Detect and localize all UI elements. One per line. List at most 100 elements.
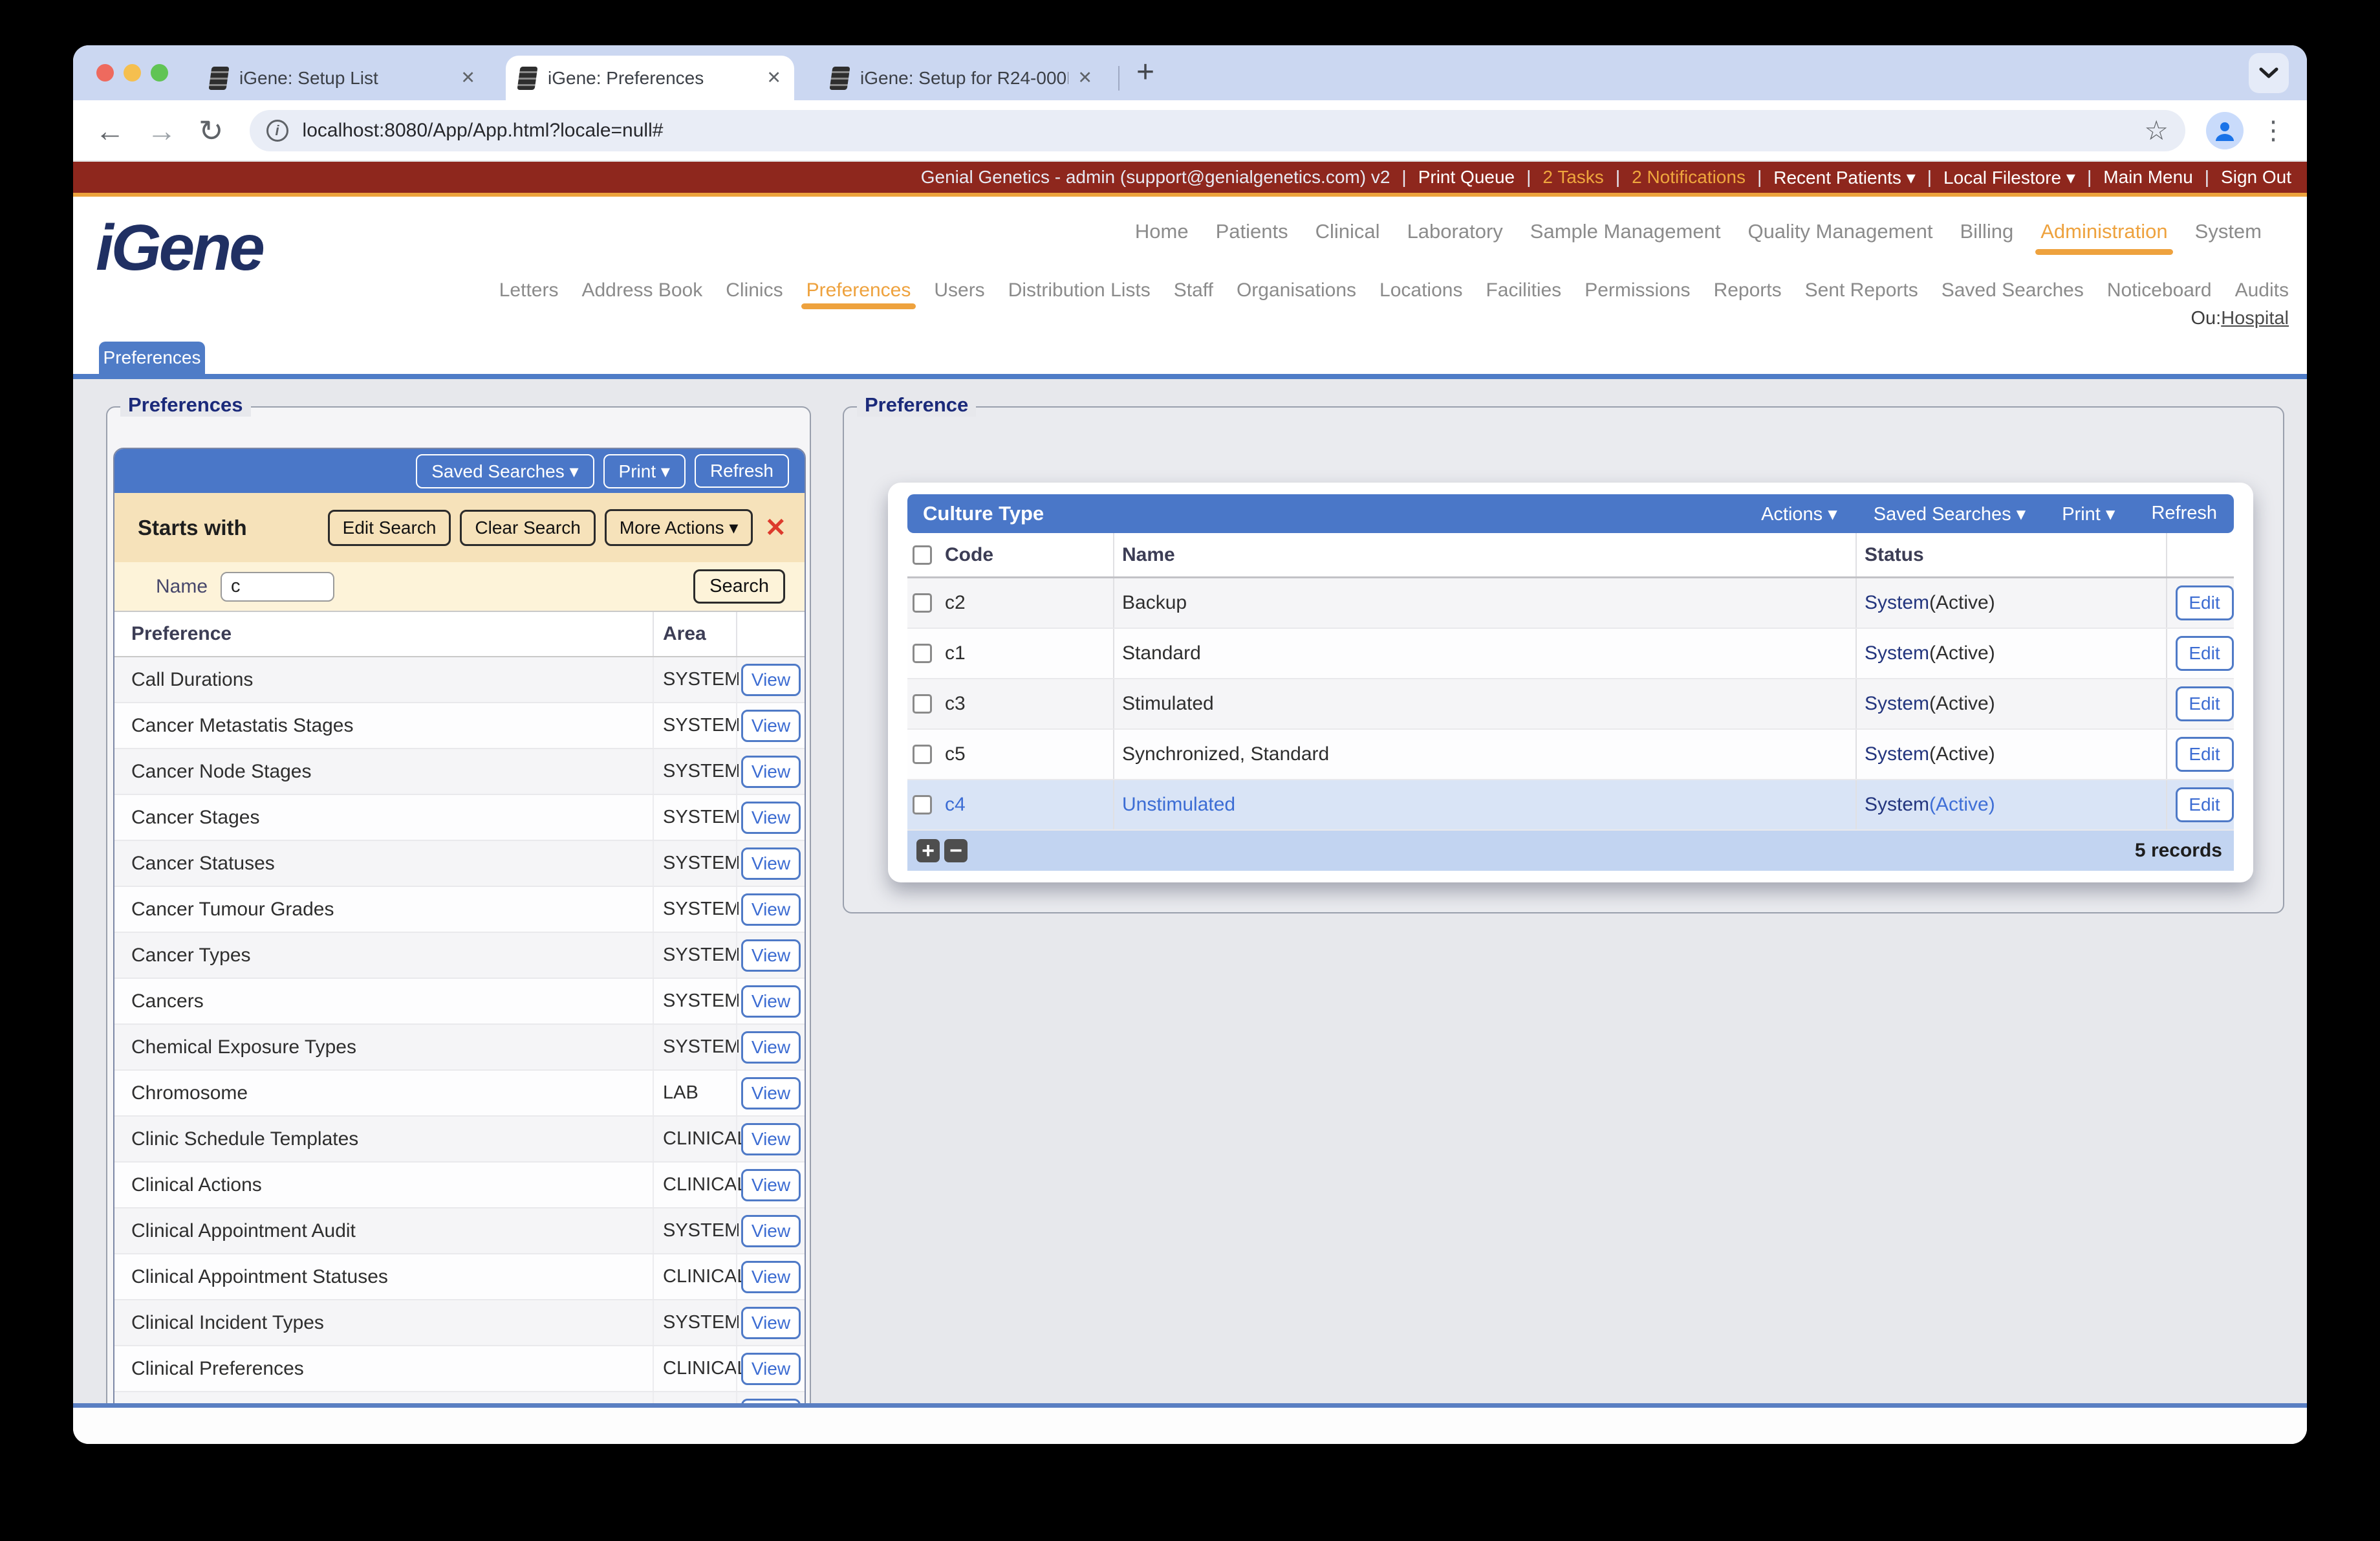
more-actions-button[interactable]: More Actions ▾	[604, 509, 753, 546]
sub-nav-letters[interactable]: Letters	[499, 279, 559, 301]
tab-close-icon[interactable]: ✕	[1068, 68, 1092, 88]
site-info-icon[interactable]: i	[266, 119, 288, 142]
main-nav-billing[interactable]: Billing	[1960, 220, 2014, 243]
sub-nav-permissions[interactable]: Permissions	[1585, 279, 1690, 301]
bookmark-star-icon[interactable]: ☆	[2144, 115, 2169, 146]
topbar-item[interactable]: Sign Out	[2221, 167, 2291, 188]
row-checkbox[interactable]	[913, 694, 932, 714]
main-nav-system[interactable]: System	[2195, 220, 2262, 243]
window-close-button[interactable]	[96, 64, 114, 82]
view-button[interactable]: View	[741, 1352, 801, 1385]
main-nav-laboratory[interactable]: Laboratory	[1407, 220, 1503, 243]
edit-button[interactable]: Edit	[2175, 787, 2234, 822]
topbar-item[interactable]: Recent Patients ▾	[1773, 167, 1916, 188]
view-button[interactable]: View	[741, 1031, 801, 1064]
view-button[interactable]: View	[741, 1122, 801, 1155]
sub-nav-clinics[interactable]: Clinics	[726, 279, 783, 301]
edit-button[interactable]: Edit	[2175, 585, 2234, 620]
name-input[interactable]	[221, 571, 335, 602]
edit-search-button[interactable]: Edit Search	[327, 509, 451, 546]
tab-close-icon[interactable]: ✕	[757, 68, 781, 88]
sub-nav-saved-searches[interactable]: Saved Searches	[1942, 279, 2084, 301]
sub-nav-distribution-lists[interactable]: Distribution Lists	[1008, 279, 1151, 301]
saved-searches-button[interactable]: Saved Searches ▾	[416, 454, 594, 488]
print-menu[interactable]: Print ▾	[2062, 503, 2115, 525]
saved-searches-menu[interactable]: Saved Searches ▾	[1874, 503, 2026, 525]
status-system-link[interactable]: System	[1865, 743, 1929, 765]
sub-nav-address-book[interactable]: Address Book	[581, 279, 702, 301]
culture-type-row[interactable]: c1 Standard System (Active) Edit	[907, 629, 2234, 679]
browser-menu-icon[interactable]: ⋮	[2260, 116, 2286, 146]
sub-nav-staff[interactable]: Staff	[1174, 279, 1213, 301]
main-nav-administration[interactable]: Administration	[2035, 220, 2174, 255]
tab-search-chevron-button[interactable]	[2249, 53, 2289, 93]
sub-nav-users[interactable]: Users	[934, 279, 984, 301]
view-button[interactable]: View	[741, 893, 801, 926]
browser-tab-setup-r24[interactable]: iGene: Setup for R24-000F ✕	[818, 56, 1105, 100]
culture-type-row[interactable]: c3 Stimulated System (Active) Edit	[907, 679, 2234, 730]
back-icon[interactable]: ←	[95, 116, 125, 146]
main-nav-home[interactable]: Home	[1135, 220, 1189, 243]
remove-record-button[interactable]: −	[944, 839, 968, 862]
sub-nav-preferences[interactable]: Preferences	[801, 279, 916, 309]
row-checkbox[interactable]	[913, 644, 932, 663]
close-search-icon[interactable]: ✕	[764, 513, 786, 543]
url-bar[interactable]: i localhost:8080/App/App.html?locale=nul…	[249, 109, 2185, 151]
clear-search-button[interactable]: Clear Search	[460, 509, 596, 546]
page-tab-preferences[interactable]: Preferences	[99, 342, 205, 374]
actions-menu[interactable]: Actions ▾	[1761, 503, 1837, 525]
sub-nav-facilities[interactable]: Facilities	[1486, 279, 1561, 301]
select-all-checkbox[interactable]	[913, 545, 932, 565]
edit-button[interactable]: Edit	[2175, 686, 2234, 721]
view-button[interactable]: View	[741, 1168, 801, 1201]
sub-nav-audits[interactable]: Audits	[2235, 279, 2289, 301]
culture-type-row[interactable]: c4 Unstimulated System (Active) Edit	[907, 780, 2234, 831]
refresh-link[interactable]: Refresh	[2151, 503, 2217, 525]
edit-button[interactable]: Edit	[2175, 737, 2234, 772]
edit-button[interactable]: Edit	[2175, 636, 2234, 671]
view-button[interactable]: View	[741, 755, 801, 788]
row-checkbox[interactable]	[913, 745, 932, 764]
window-minimize-button[interactable]	[124, 64, 141, 82]
ou-hospital-link[interactable]: Hospital	[2221, 308, 2289, 329]
sub-nav-noticeboard[interactable]: Noticeboard	[2107, 279, 2212, 301]
main-nav-quality-management[interactable]: Quality Management	[1747, 220, 1932, 243]
browser-tab-preferences[interactable]: iGene: Preferences ✕	[506, 56, 794, 100]
topbar-item[interactable]: Local Filestore ▾	[1943, 167, 2075, 188]
view-button[interactable]: View	[741, 1214, 801, 1247]
main-nav-sample-management[interactable]: Sample Management	[1530, 220, 1721, 243]
culture-type-row[interactable]: c5 Synchronized, Standard System (Active) E…	[907, 730, 2234, 780]
topbar-item[interactable]: 2 Tasks	[1542, 167, 1603, 188]
view-button[interactable]: View	[741, 1306, 801, 1339]
sub-nav-reports[interactable]: Reports	[1714, 279, 1782, 301]
view-button[interactable]: View	[741, 709, 801, 742]
refresh-button[interactable]: Refresh	[694, 454, 789, 488]
row-checkbox[interactable]	[913, 795, 932, 814]
status-system-link[interactable]: System	[1865, 592, 1929, 614]
status-system-link[interactable]: System	[1865, 693, 1929, 715]
row-checkbox[interactable]	[913, 593, 932, 613]
view-button[interactable]: View	[741, 1398, 801, 1403]
browser-tab-setup-list[interactable]: iGene: Setup List ✕	[197, 56, 488, 100]
sub-nav-organisations[interactable]: Organisations	[1237, 279, 1356, 301]
culture-type-row[interactable]: c2 Backup System (Active) Edit	[907, 578, 2234, 629]
search-button[interactable]: Search	[693, 569, 785, 604]
sub-nav-sent-reports[interactable]: Sent Reports	[1805, 279, 1918, 301]
view-button[interactable]: View	[741, 847, 801, 880]
tab-close-icon[interactable]: ✕	[451, 68, 475, 88]
view-button[interactable]: View	[741, 1077, 801, 1109]
print-button[interactable]: Print ▾	[603, 454, 686, 488]
view-button[interactable]: View	[741, 1260, 801, 1293]
url-text[interactable]: localhost:8080/App/App.html?locale=null#	[303, 120, 664, 142]
view-button[interactable]: View	[741, 801, 801, 834]
status-system-link[interactable]: System	[1865, 794, 1929, 816]
status-system-link[interactable]: System	[1865, 642, 1929, 664]
sub-nav-locations[interactable]: Locations	[1379, 279, 1462, 301]
forward-icon[interactable]: →	[147, 116, 177, 146]
reload-icon[interactable]: ↻	[199, 116, 224, 146]
add-record-button[interactable]: +	[916, 839, 940, 862]
new-tab-button[interactable]: +	[1136, 54, 1154, 90]
topbar-item[interactable]: 2 Notifications	[1632, 167, 1746, 188]
view-button[interactable]: View	[741, 663, 801, 696]
main-nav-clinical[interactable]: Clinical	[1315, 220, 1380, 243]
